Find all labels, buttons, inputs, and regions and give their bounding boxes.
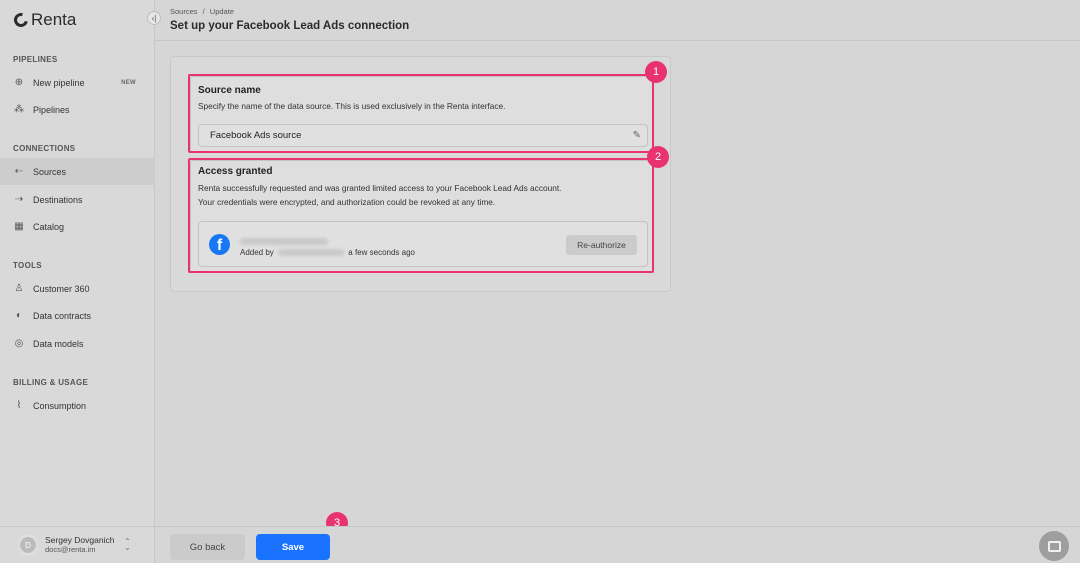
sidebar-item-customer-360[interactable]: ♙ Customer 360: [0, 275, 155, 302]
chart-icon: ⌇: [16, 400, 22, 411]
destinations-icon: ⇢: [14, 194, 24, 205]
breadcrumb: Sources / Update: [170, 7, 234, 16]
sidebar-item-pipelines[interactable]: ⁂ Pipelines: [0, 96, 155, 123]
section-title-pipelines: PIPELINES: [13, 55, 58, 64]
sidebar-item-label: Data contracts: [33, 310, 92, 321]
sidebar-item-consumption[interactable]: ⌇ Consumption: [0, 392, 155, 419]
app-name: Renta: [31, 10, 77, 29]
sources-icon: ⇠: [14, 166, 24, 177]
sidebar-item-label: Pipelines: [33, 104, 70, 115]
section-title-connections: CONNECTIONS: [13, 144, 76, 153]
chevron-updown-icon: ⌃ ⌄: [124, 537, 131, 552]
pipelines-icon: ⁂: [14, 104, 24, 115]
page-title: Set up your Facebook Lead Ads connection: [170, 20, 410, 32]
sidebar-item-label: Customer 360: [33, 283, 90, 294]
user-name: Sergey Dovganich: [45, 535, 115, 545]
sidebar-item-catalog[interactable]: ▦ Catalog: [0, 213, 155, 240]
renta-logo[interactable]: Renta: [11, 10, 77, 30]
collapse-sidebar-button[interactable]: ‹|: [147, 11, 161, 25]
step-marker-2: 2: [647, 146, 669, 168]
sidebar-item-data-contracts[interactable]: ◐ Data contracts: [0, 302, 155, 329]
section-title-tools: TOOLS: [13, 261, 42, 270]
sidebar-item-data-models[interactable]: ◎ Data models: [0, 330, 155, 357]
sidebar-item-label: Sources: [33, 166, 67, 177]
header-divider: [155, 40, 1080, 41]
sidebar: Renta PIPELINES ⊕ New pipeline NEW ⁂ Pip…: [0, 0, 155, 563]
breadcrumb-separator: /: [202, 7, 205, 16]
shield-icon: ◐: [15, 310, 23, 321]
go-back-button[interactable]: Go back: [170, 534, 245, 560]
sidebar-item-label: New pipeline: [33, 77, 85, 88]
save-button[interactable]: Save: [256, 534, 330, 560]
sidebar-item-destinations[interactable]: ⇢ Destinations: [0, 186, 155, 213]
sidebar-item-sources[interactable]: ⇠ Sources: [0, 158, 155, 185]
plus-circle-icon: ⊕: [14, 77, 24, 88]
user-menu[interactable]: D Sergey Dovganich docs@renta.im ⌃ ⌄: [0, 526, 155, 563]
new-badge: NEW: [121, 79, 136, 86]
sidebar-item-new-pipeline[interactable]: ⊕ New pipeline NEW: [0, 69, 155, 96]
chat-support-button[interactable]: [1039, 531, 1069, 561]
sidebar-item-label: Consumption: [33, 400, 87, 411]
breadcrumb-sources[interactable]: Sources: [170, 7, 198, 16]
sidebar-item-label: Data models: [33, 338, 84, 349]
breadcrumb-current: Update: [209, 7, 234, 16]
person-icon: ♙: [14, 283, 24, 294]
database-icon: ◎: [14, 338, 24, 349]
avatar: D: [18, 535, 38, 555]
user-email: docs@renta.im: [45, 545, 96, 554]
step-marker-1: 1: [645, 61, 667, 83]
chat-icon: [1047, 540, 1061, 552]
sidebar-item-label: Catalog: [33, 221, 65, 232]
sidebar-item-label: Destinations: [33, 194, 83, 205]
highlight-frame-1: [188, 74, 654, 153]
renta-logo-icon: [11, 10, 31, 30]
section-title-billing: BILLING & USAGE: [13, 378, 89, 387]
catalog-icon: ▦: [14, 221, 24, 232]
highlight-frame-2: [188, 158, 654, 273]
